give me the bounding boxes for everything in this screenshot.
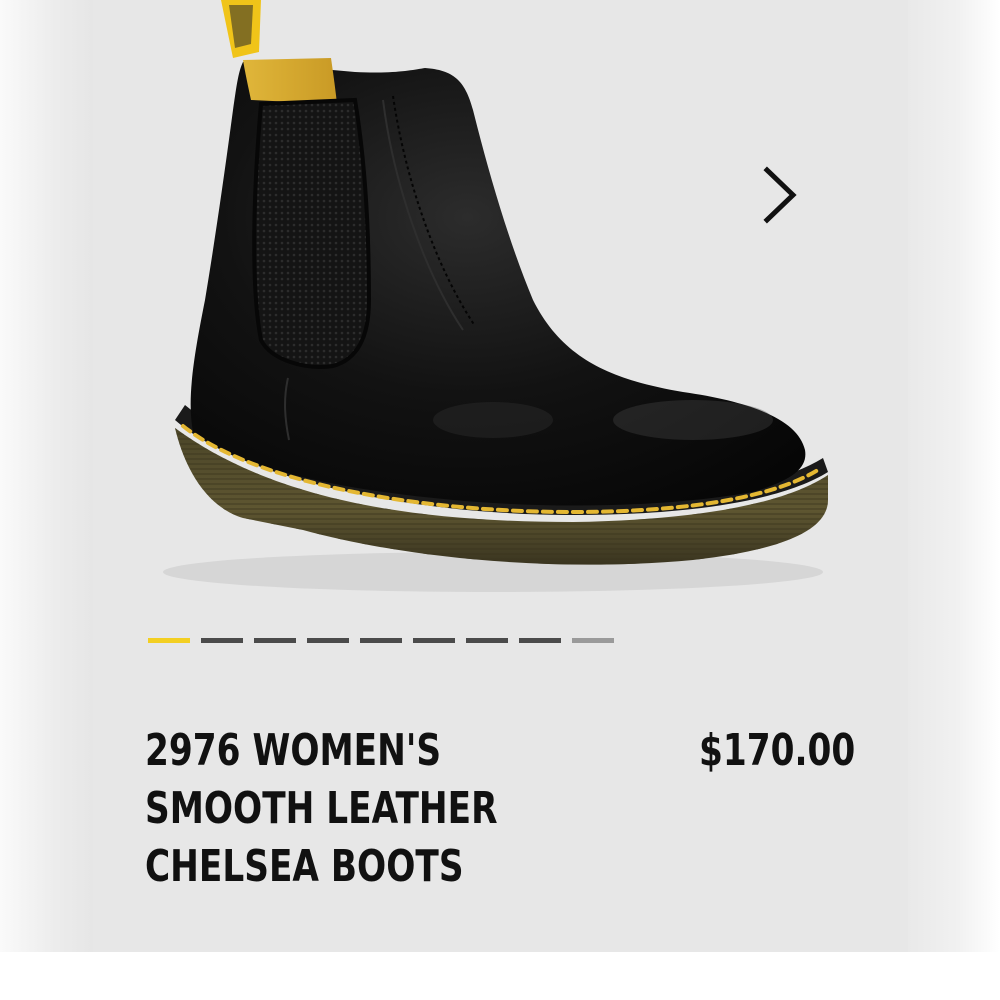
carousel-indicator[interactable]: [254, 638, 296, 643]
carousel-indicator[interactable]: [307, 638, 349, 643]
carousel-indicator[interactable]: [519, 638, 561, 643]
product-title-line: SMOOTH LEATHER: [145, 783, 498, 834]
product-title-line: 2976 WOMEN'S: [145, 725, 442, 776]
product-price: $170.00: [699, 725, 856, 776]
product-title: 2976 WOMEN'S SMOOTH LEATHER CHELSEA BOOT…: [145, 722, 565, 896]
product-image[interactable]: [93, 0, 908, 690]
carousel-indicator[interactable]: [201, 638, 243, 643]
bottom-backdrop: [0, 952, 1000, 1000]
carousel-indicator[interactable]: [413, 638, 455, 643]
boot-illustration: [163, 0, 828, 592]
next-image-button[interactable]: [753, 160, 813, 230]
product-card[interactable]: 2976 WOMEN'S SMOOTH LEATHER CHELSEA BOOT…: [93, 0, 908, 952]
carousel-indicator[interactable]: [466, 638, 508, 643]
left-backdrop: [0, 0, 93, 1000]
carousel-indicator[interactable]: [360, 638, 402, 643]
product-title-line: CHELSEA BOOTS: [145, 841, 464, 892]
carousel-indicator-active[interactable]: [148, 638, 190, 643]
carousel-indicator[interactable]: [572, 638, 614, 643]
right-backdrop: [908, 0, 1000, 1000]
chevron-right-icon: [763, 166, 797, 224]
